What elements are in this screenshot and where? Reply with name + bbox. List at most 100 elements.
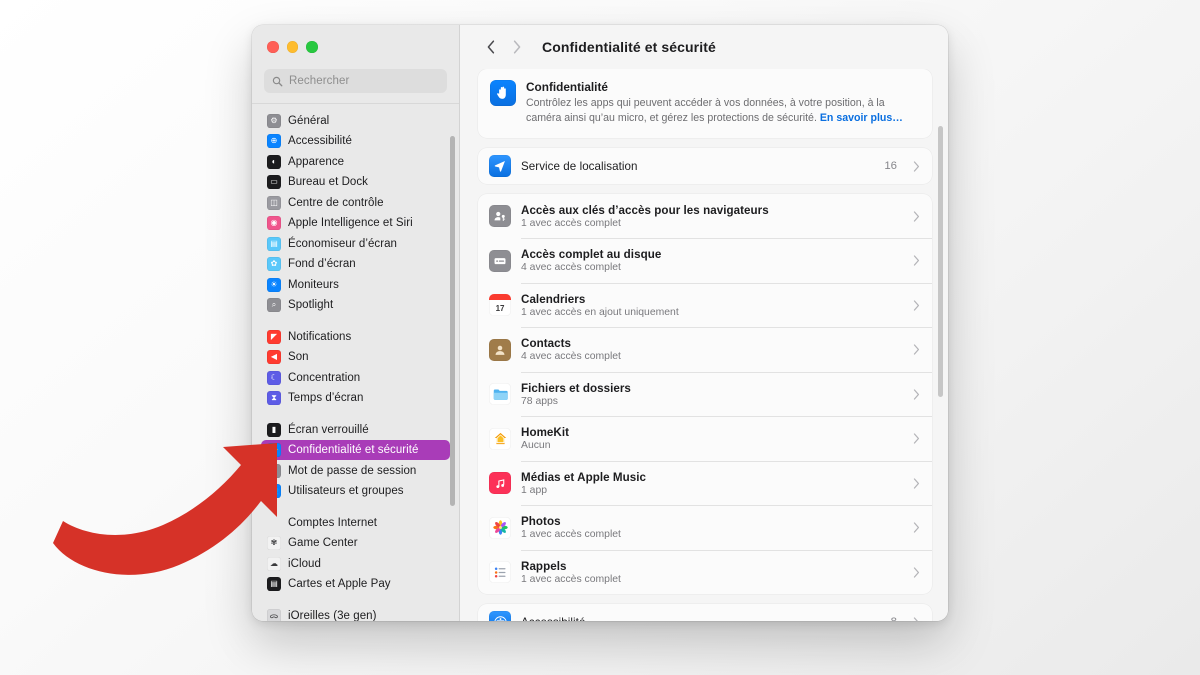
row-homekit[interactable]: HomeKit Aucun	[478, 417, 932, 461]
row-contacts[interactable]: Contacts 4 avec accès complet	[478, 328, 932, 372]
row-subtitle: Aucun	[521, 440, 551, 452]
banner-title: Confidentialité	[526, 80, 608, 94]
row-subtitle: 1 avec accès complet	[521, 217, 621, 229]
sidebar-item-spotlight[interactable]: ⌕ Spotlight	[261, 295, 450, 315]
sound-icon: ◀	[267, 350, 281, 364]
sidebar-item-label: Centre de contrôle	[288, 196, 384, 209]
close-button[interactable]	[267, 41, 279, 53]
sidebar-item-label: Bureau et Dock	[288, 176, 368, 188]
sidebar-item-moniteurs[interactable]: ☀ Moniteurs	[261, 275, 450, 295]
row-calendriers[interactable]: 17 Calendriers 1 avec accès en ajout uniqu…	[478, 283, 932, 327]
banner-description: Contrôlez les apps qui peuvent accéder à…	[526, 96, 919, 126]
chevron-right-icon	[913, 477, 920, 489]
login-password-icon: ▯	[267, 463, 281, 478]
sidebar-item-icloud[interactable]: ☁ iCloud	[261, 554, 450, 574]
row-count: 16	[884, 160, 897, 173]
row-title: Accès complet au disque	[521, 248, 662, 262]
search-input[interactable]: Rechercher	[264, 69, 448, 93]
sidebar-scrollbar[interactable]	[450, 135, 456, 506]
game-center-icon: ✾	[267, 536, 281, 550]
sidebar-item-label: Écran verrouillé	[288, 423, 369, 436]
row-accessibility[interactable]: Accessibilité 8	[478, 604, 932, 621]
detail-pane: Confidentialité et sécurité Confidential…	[460, 25, 948, 621]
displays-icon: ☀	[267, 277, 281, 292]
sidebar-item-bureau-et-dock[interactable]: ▭ Bureau et Dock	[261, 172, 450, 192]
notifications-icon: ◤	[267, 329, 281, 344]
search-container: Rechercher	[252, 69, 459, 103]
privacy-security-icon: ✋	[267, 443, 281, 457]
sidebar-item-mot-de-passe-de-session[interactable]: ▯ Mot de passe de session	[261, 461, 450, 481]
icloud-icon: ☁	[267, 556, 281, 571]
sidebar-item-notifications[interactable]: ◤ Notifications	[261, 327, 450, 347]
sidebar-item-conomiseur-d-cran[interactable]: ▤ Économiseur d’écran	[261, 234, 450, 254]
sidebar-item-game-center[interactable]: ✾ Game Center	[261, 533, 450, 553]
sidebar-item-temps-d-cran[interactable]: ⧗ Temps d’écran	[261, 388, 450, 408]
sidebar-item-label: Concentration	[288, 371, 361, 384]
row-subtitle: 1 avec accès complet	[521, 573, 621, 585]
files-folders-icon	[489, 383, 512, 406]
sidebar-item-utilisateurs-et-groupes[interactable]: 👥 Utilisateurs et groupes	[261, 481, 450, 501]
media-apple-music-icon	[489, 472, 512, 495]
row-m-dias-et-apple-music[interactable]: Médias et Apple Music 1 app	[478, 461, 932, 505]
back-button[interactable]	[478, 34, 504, 60]
chevron-right-icon	[513, 40, 521, 54]
detail-scrollbar[interactable]	[938, 126, 943, 397]
siri-icon: ◉	[267, 216, 281, 230]
wallet-icon: ▤	[267, 577, 281, 591]
detail-header: Confidentialité et sécurité	[460, 25, 948, 69]
sidebar-item-cran-verrouill[interactable]: ▮ Écran verrouillé	[261, 420, 450, 440]
location-services-card: Service de localisation 16	[478, 148, 932, 185]
appearance-icon: ◐	[267, 154, 281, 169]
sidebar-scroll-area: ⚙ Général ⊕ Accessibilité ◐ Apparence ▭ Bureau …	[252, 104, 459, 621]
chevron-right-icon	[913, 566, 920, 578]
search-placeholder: Rechercher	[289, 75, 350, 87]
window-traffic-lights	[252, 25, 459, 69]
chevron-right-icon	[913, 344, 920, 355]
row-subtitle: 1 app	[521, 484, 548, 496]
homekit-icon	[489, 427, 512, 450]
row-location-services[interactable]: Service de localisation 16	[478, 148, 932, 184]
sidebar-item-label: iCloud	[288, 557, 321, 570]
row-title: Photos	[521, 515, 561, 529]
sidebar-item-concentration[interactable]: ☾ Concentration	[261, 368, 450, 388]
photos-icon	[489, 516, 512, 539]
chevron-right-icon	[913, 299, 920, 311]
sidebar-item-centre-de-contr-le[interactable]: ◫ Centre de contrôle	[261, 193, 450, 213]
sidebar-item-label: Moniteurs	[288, 278, 339, 291]
contacts-icon	[489, 338, 512, 361]
detail-scroll-area: Confidentialité Contrôlez les apps qui p…	[460, 69, 948, 621]
sidebar-item-accessibilit[interactable]: ⊕ Accessibilité	[261, 131, 450, 151]
screen-time-icon: ⧗	[267, 391, 281, 405]
screensaver-icon: ▤	[267, 236, 281, 251]
sidebar-item-son[interactable]: ◀ Son	[261, 347, 450, 367]
sidebar-group: Comptes Internet ✾ Game Center ☁ iCloud ▤ Cart…	[252, 513, 459, 595]
sidebar-item-g-n-ral[interactable]: ⚙ Général	[261, 111, 450, 131]
chevron-left-icon	[487, 40, 495, 54]
row-fichiers-et-dossiers[interactable]: Fichiers et dossiers 78 apps	[478, 372, 932, 416]
page-title: Confidentialité et sécurité	[542, 39, 716, 55]
internet-accounts-icon	[267, 516, 281, 530]
sidebar-item-cartes-et-apple-pay[interactable]: ▤ Cartes et Apple Pay	[261, 574, 450, 594]
row-rappels[interactable]: Rappels 1 avec accès complet	[478, 550, 932, 594]
sidebar-item-apparence[interactable]: ◐ Apparence	[261, 152, 450, 172]
sidebar-item-label: Notifications	[288, 330, 352, 343]
minimize-button[interactable]	[286, 41, 298, 53]
zoom-button[interactable]	[306, 41, 318, 53]
learn-more-link[interactable]: En savoir plus…	[820, 112, 903, 124]
sidebar-item-fond-d-cran[interactable]: ✿ Fond d’écran	[261, 254, 450, 274]
row-acc-s-aux-cl-s-d-acc-s-pour-les-navigateurs[interactable]: Accès aux clés d’accès pour les navigate…	[478, 194, 932, 238]
spotlight-icon: ⌕	[267, 298, 281, 312]
sidebar-group: ▮ Écran verrouillé ✋ Confidentialité et séc…	[252, 420, 459, 502]
row-acc-s-complet-au-disque[interactable]: Accès complet au disque 4 avec accès comp…	[478, 239, 932, 283]
sidebar-item-ioreilles-3e-gen[interactable]: ᯅ iOreilles (3e gen)	[261, 606, 450, 621]
sidebar-item-comptes-internet[interactable]: Comptes Internet	[261, 513, 450, 533]
sidebar-item-apple-intelligence-et-siri[interactable]: ◉ Apple Intelligence et Siri	[261, 213, 450, 233]
row-title: Médias et Apple Music	[521, 470, 646, 484]
row-photos[interactable]: Photos 1 avec accès complet	[478, 506, 932, 550]
forward-button[interactable]	[504, 34, 530, 60]
reminders-icon	[489, 561, 512, 584]
sidebar-group: ◤ Notifications ◀ Son ☾ Concentration ⧗ Temps d…	[252, 327, 459, 409]
chevron-right-icon	[913, 616, 919, 621]
sidebar-item-confidentialit-et-s-curit[interactable]: ✋ Confidentialité et sécurité	[261, 440, 451, 460]
